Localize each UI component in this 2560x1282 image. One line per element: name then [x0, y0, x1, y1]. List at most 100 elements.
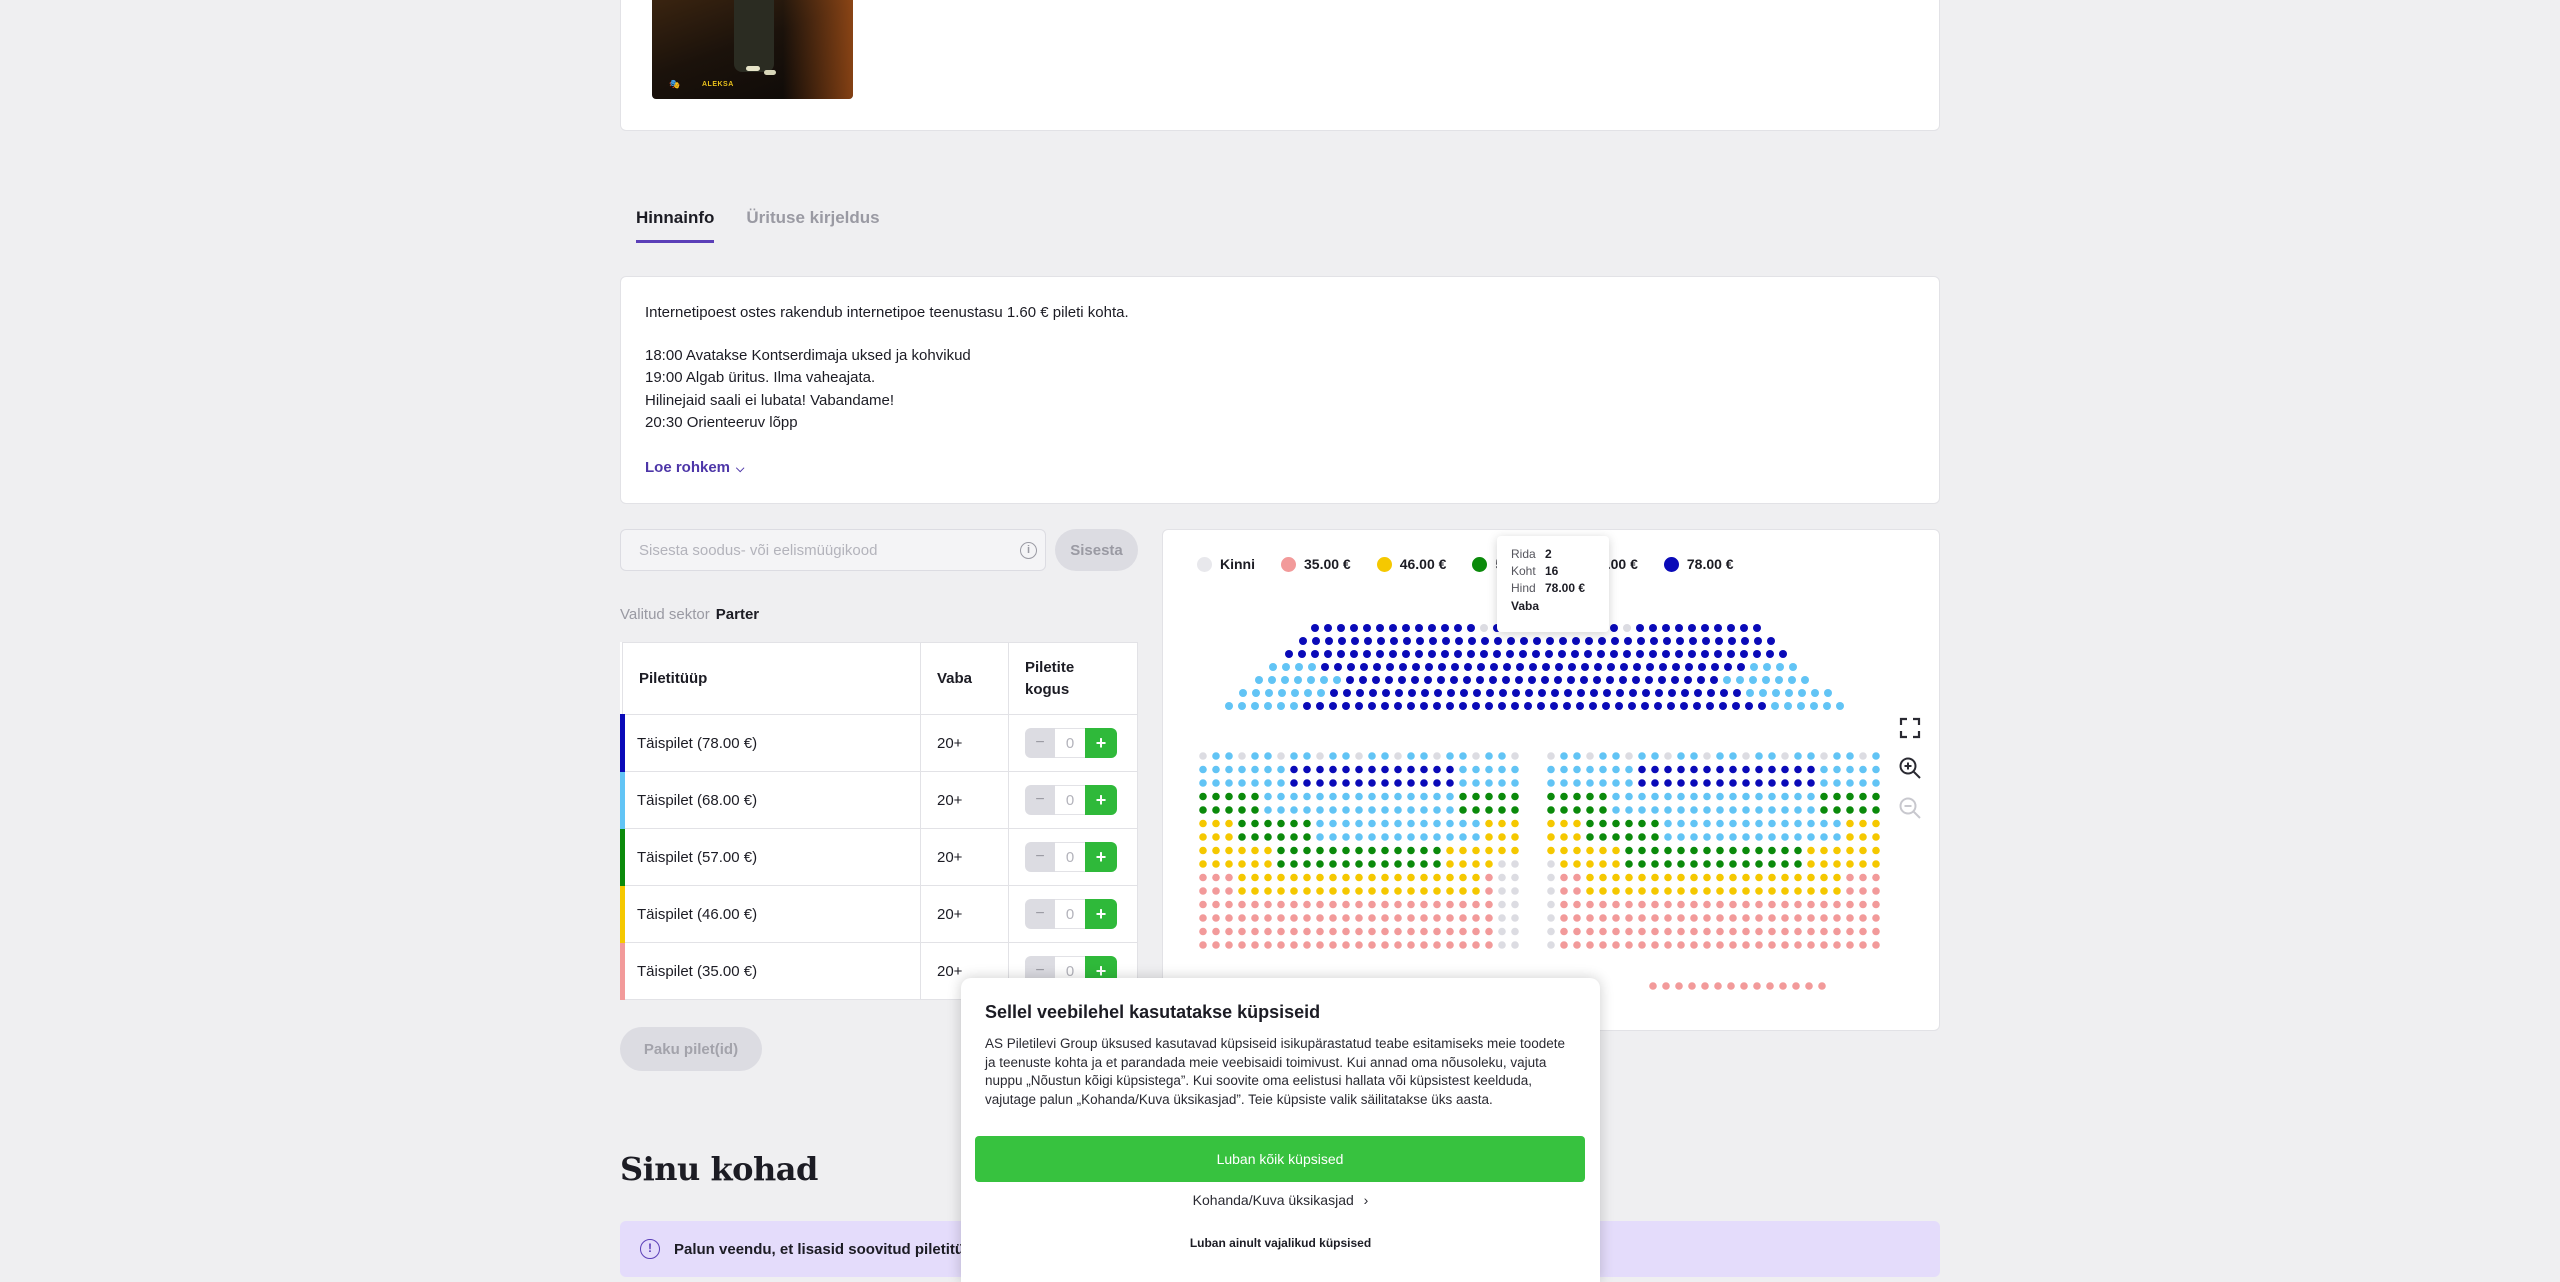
seat[interactable]: [1472, 806, 1480, 814]
seat[interactable]: [1833, 806, 1841, 814]
seat[interactable]: [1560, 846, 1568, 855]
seat[interactable]: [1690, 792, 1698, 801]
decrease-quantity-button[interactable]: −: [1025, 728, 1055, 758]
seat[interactable]: [1468, 637, 1476, 645]
seat[interactable]: [1485, 779, 1493, 787]
seat[interactable]: [1394, 792, 1402, 801]
seat[interactable]: [1238, 702, 1246, 710]
seat[interactable]: [1303, 792, 1311, 801]
increase-quantity-button[interactable]: +: [1085, 899, 1117, 929]
zoom-out-icon[interactable]: [1895, 793, 1925, 823]
seat[interactable]: [1355, 792, 1363, 801]
seat[interactable]: [1872, 914, 1880, 922]
seat[interactable]: [1459, 927, 1467, 936]
seat[interactable]: [1690, 806, 1698, 814]
seat[interactable]: [1703, 927, 1711, 936]
decrease-quantity-button[interactable]: −: [1025, 899, 1055, 929]
seat[interactable]: [1446, 927, 1454, 936]
seat[interactable]: [1199, 752, 1207, 760]
seat[interactable]: [1716, 806, 1724, 814]
seat[interactable]: [1714, 624, 1722, 632]
seat[interactable]: [1212, 792, 1220, 801]
seat[interactable]: [1547, 779, 1555, 787]
seat[interactable]: [1833, 900, 1841, 909]
seat[interactable]: [1755, 806, 1763, 814]
seat[interactable]: [1472, 846, 1480, 855]
seat[interactable]: [1485, 806, 1493, 814]
seat[interactable]: [1820, 927, 1828, 936]
seat[interactable]: [1502, 676, 1510, 684]
seat[interactable]: [1794, 752, 1802, 760]
seat[interactable]: [1547, 846, 1555, 855]
buy-tickets-button[interactable]: Paku pilet(id): [620, 1027, 762, 1071]
seat[interactable]: [1342, 941, 1350, 949]
seat[interactable]: [1677, 833, 1685, 841]
seat[interactable]: [1753, 650, 1761, 658]
seat[interactable]: [1485, 819, 1493, 828]
seat[interactable]: [1697, 676, 1705, 684]
seat[interactable]: [1714, 982, 1722, 990]
seat[interactable]: [1664, 792, 1672, 801]
seat[interactable]: [1551, 689, 1559, 697]
seat[interactable]: [1324, 650, 1332, 658]
seat[interactable]: [1342, 752, 1350, 760]
seat[interactable]: [1820, 900, 1828, 909]
seat[interactable]: [1729, 833, 1737, 841]
seat[interactable]: [1316, 914, 1324, 922]
seat[interactable]: [1636, 650, 1644, 658]
seat[interactable]: [1420, 833, 1428, 841]
seat[interactable]: [1560, 914, 1568, 922]
seat[interactable]: [1472, 779, 1480, 787]
seat[interactable]: [1407, 914, 1415, 922]
seat[interactable]: [1351, 637, 1359, 645]
seat[interactable]: [1381, 792, 1389, 801]
seat[interactable]: [1560, 806, 1568, 814]
seat[interactable]: [1304, 689, 1312, 697]
seat[interactable]: [1655, 689, 1663, 697]
seat[interactable]: [1547, 806, 1555, 814]
seat[interactable]: [1525, 689, 1533, 697]
seat[interactable]: [1420, 927, 1428, 936]
seat[interactable]: [1690, 900, 1698, 909]
seat[interactable]: [1316, 873, 1324, 882]
seat[interactable]: [1629, 689, 1637, 697]
seat[interactable]: [1511, 806, 1519, 814]
seat[interactable]: [1472, 833, 1480, 841]
seat[interactable]: [1703, 792, 1711, 801]
seat[interactable]: [1433, 779, 1441, 787]
seat[interactable]: [1437, 676, 1445, 684]
seat[interactable]: [1728, 637, 1736, 645]
seat[interactable]: [1199, 819, 1207, 828]
seat[interactable]: [1586, 900, 1594, 909]
seat[interactable]: [1407, 860, 1415, 868]
seat[interactable]: [1599, 846, 1607, 855]
seat[interactable]: [1555, 663, 1563, 671]
seat[interactable]: [1633, 663, 1641, 671]
seat[interactable]: [1690, 941, 1698, 949]
seat[interactable]: [1303, 914, 1311, 922]
seat[interactable]: [1381, 887, 1389, 895]
seat[interactable]: [1524, 702, 1532, 710]
seat[interactable]: [1794, 873, 1802, 882]
seat[interactable]: [1277, 765, 1285, 774]
seat[interactable]: [1238, 900, 1246, 909]
seat[interactable]: [1433, 941, 1441, 949]
seat[interactable]: [1677, 779, 1685, 787]
seat[interactable]: [1681, 689, 1689, 697]
seat[interactable]: [1651, 887, 1659, 895]
seat[interactable]: [1560, 873, 1568, 882]
seat[interactable]: [1794, 887, 1802, 895]
seat[interactable]: [1359, 676, 1367, 684]
seat[interactable]: [1434, 689, 1442, 697]
seat[interactable]: [1446, 860, 1454, 868]
seat[interactable]: [1485, 927, 1493, 936]
seat[interactable]: [1238, 779, 1246, 787]
seat[interactable]: [1368, 927, 1376, 936]
seat[interactable]: [1625, 941, 1633, 949]
seat[interactable]: [1407, 927, 1415, 936]
seat[interactable]: [1303, 765, 1311, 774]
seat[interactable]: [1616, 689, 1624, 697]
seat[interactable]: [1781, 792, 1789, 801]
seat[interactable]: [1278, 689, 1286, 697]
seat[interactable]: [1420, 846, 1428, 855]
